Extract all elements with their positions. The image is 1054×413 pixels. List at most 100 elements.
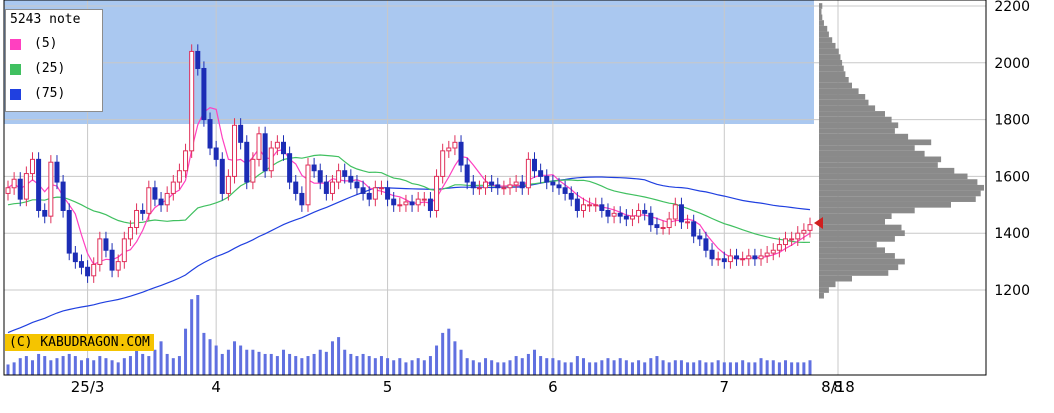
candle-body (170, 181, 176, 194)
volume-bar (275, 356, 279, 375)
volume-bar (128, 356, 132, 375)
volume-bar (257, 351, 261, 375)
candle-body (244, 141, 250, 183)
candle-body (740, 258, 746, 261)
volume-profile-bar (819, 224, 902, 231)
volume-bar (612, 360, 616, 375)
candle-body (544, 175, 550, 183)
volume-profile-bar (819, 264, 899, 271)
volume-bar (557, 360, 561, 375)
chart-canvas: 25/3 4 5 6 7 88/18 120014001600180020002200 (0, 0, 1054, 413)
volume-bar (37, 353, 41, 375)
volume-profile-bar (819, 20, 824, 26)
candle-body (636, 209, 642, 217)
volume-bar (361, 353, 365, 375)
candle-body (427, 198, 433, 211)
volume-bar (153, 349, 157, 375)
candle-body (617, 212, 623, 217)
candle-body (293, 181, 299, 194)
volume-bar (367, 356, 371, 375)
y-tick-label: 1400 (994, 226, 1030, 242)
volume-profile-bar (819, 275, 852, 282)
candle-body (158, 198, 164, 206)
legend: 5243 note (5) (25) (75) (5, 9, 103, 112)
candle-body (715, 258, 721, 261)
y-tick-label: 2000 (994, 56, 1030, 72)
candle-body (189, 50, 195, 152)
candle-body (409, 201, 415, 206)
candle-body (219, 158, 225, 194)
volume-bar (147, 356, 151, 375)
volume-profile-bar (819, 184, 984, 191)
candle-body (452, 141, 458, 149)
volume-bar (110, 360, 114, 375)
candle-body (146, 187, 152, 214)
candle-body (201, 67, 207, 121)
candle-body (623, 215, 629, 220)
volume-bar (453, 341, 457, 375)
x-tick-label: 4 (211, 378, 221, 396)
volume-bar (630, 362, 634, 375)
volume-bar (692, 362, 696, 375)
x-tick-label: 6 (548, 378, 558, 396)
candle-body (134, 209, 140, 229)
volume-bar (233, 341, 237, 375)
volume-profile-bar (819, 122, 899, 129)
volume-profile-bar (819, 3, 823, 9)
y-tick-label: 1200 (994, 283, 1030, 299)
volume-bar (765, 360, 769, 375)
volume-bar (306, 356, 310, 375)
volume-bar (98, 356, 102, 375)
candle-body (666, 218, 672, 229)
volume-bar (655, 356, 659, 375)
candle-body (421, 198, 427, 201)
volume-profile-bar (819, 25, 828, 32)
x-tick-label: 8/18 (821, 378, 855, 396)
volume-bar (661, 360, 665, 375)
volume-bar (184, 328, 188, 375)
candle-body (734, 255, 740, 260)
volume-bar (73, 356, 77, 375)
candle-body (48, 161, 54, 217)
x-tick-label: 5 (383, 378, 393, 396)
candle-body (109, 249, 115, 271)
volume-bar (410, 360, 414, 375)
volume-bar (349, 353, 353, 375)
candle-body (378, 187, 384, 190)
candle-body (127, 227, 133, 240)
volume-bar (784, 360, 788, 375)
volume-bar (447, 328, 451, 375)
stock-chart: 25/3 4 5 6 7 8 8/18 1200 1400 1600 1800 2000 2200 5… (0, 0, 1054, 413)
volume-bar (777, 362, 781, 375)
volume-bar (551, 358, 555, 375)
legend-label-ma25: (25) (34, 61, 66, 76)
candle-body (525, 158, 531, 189)
candle-body (685, 221, 691, 224)
volume-profile-bar (819, 247, 885, 254)
candle-body (225, 175, 231, 194)
volume-profile-bar (819, 128, 895, 134)
volume-profile-bar (819, 196, 976, 202)
candle-body (721, 258, 727, 263)
y-tick-label: 2200 (994, 0, 1030, 15)
volume-bar (196, 295, 200, 375)
volume-bar (165, 353, 169, 375)
volume-bar (435, 345, 439, 375)
volume-bar (67, 353, 71, 375)
volume-bar (159, 341, 163, 375)
volume-profile-bar (819, 31, 829, 38)
volume-profile-bar (819, 179, 978, 185)
candle-body (97, 238, 103, 265)
volume-bar (790, 362, 794, 375)
candle-body (801, 229, 807, 234)
volume-bar (202, 332, 206, 375)
y-tick-label: 1600 (994, 169, 1030, 185)
volume-bar (171, 358, 175, 375)
volume-bar (490, 360, 494, 375)
volume-bar (116, 362, 120, 375)
candle-body (397, 204, 403, 207)
volume-bar (679, 360, 683, 375)
volume-bar (722, 362, 726, 375)
volume-bar (251, 349, 255, 375)
candle-body (550, 181, 556, 186)
